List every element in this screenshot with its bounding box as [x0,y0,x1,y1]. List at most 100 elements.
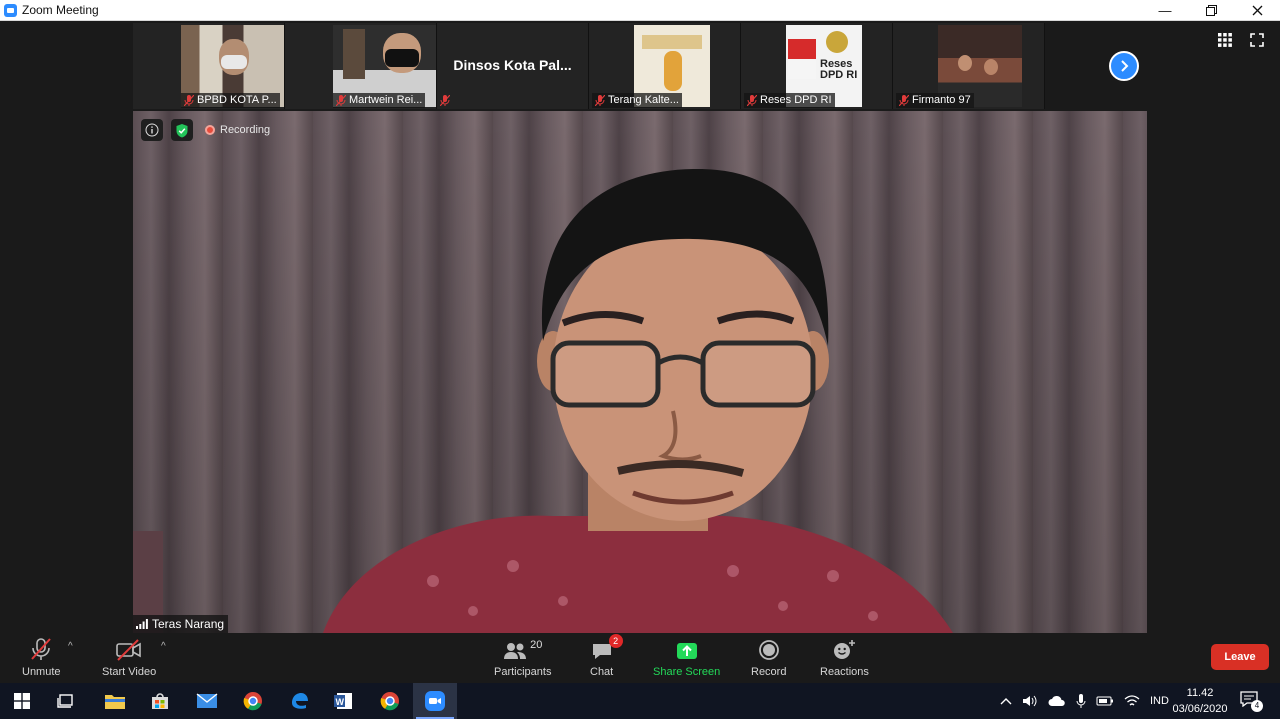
participant-tile[interactable]: BPBD KOTA P... [133,23,285,109]
mic-muted-icon [336,95,346,106]
speaker-shirt [323,515,953,633]
taskbar-chrome-1[interactable] [231,683,275,719]
record-icon [758,640,779,660]
participant-name: Martwein Rei... [333,93,426,108]
gallery-view-icon[interactable] [1218,33,1232,47]
share-screen-button[interactable]: Share Screen [653,637,720,678]
mic-muted-icon [747,95,757,106]
task-view-icon [57,694,73,708]
battery-icon[interactable] [1096,695,1114,707]
start-video-button[interactable]: Start Video [102,637,156,678]
participants-count: 20 [530,639,543,651]
participant-strip: BPBD KOTA P... Martwein Rei... Dinsos Ko… [133,23,1147,109]
title-bar: Zoom Meeting — [0,0,1280,21]
edge-icon [292,693,308,709]
active-speaker-video: Recording Teras Narang [133,111,1147,633]
taskbar-store[interactable] [138,683,182,719]
recording-indicator[interactable]: Recording [205,124,270,136]
audio-options-caret[interactable]: ^ [68,641,73,652]
meeting-area: BPBD KOTA P... Martwein Rei... Dinsos Ko… [0,21,1280,633]
clock-time: 11.42 [1186,687,1214,699]
participant-name: Firmanto 97 [896,93,974,108]
participant-name: Terang Kalte... [592,93,682,108]
start-button[interactable] [0,683,44,719]
reactions-button[interactable]: Reactions [820,637,869,678]
microphone-icon[interactable] [1076,693,1086,709]
bookshelf [343,29,365,79]
task-view-button[interactable] [44,683,88,719]
taskbar-edge[interactable] [277,683,321,719]
encryption-button[interactable] [171,119,193,141]
window-title: Zoom Meeting [22,3,99,17]
mic-muted-icon [31,638,52,660]
participant-tile[interactable]: Terang Kalte... [589,23,741,109]
mic-muted-icon [899,95,909,106]
chat-unread-badge: 2 [608,634,623,648]
participant-tile[interactable]: Dinsos Kota Pal... [437,23,589,109]
shield-icon [176,123,188,137]
face-mask [221,55,247,69]
taskbar-zoom[interactable] [413,683,457,719]
participants-button[interactable]: 20 Participants [494,637,551,678]
windows-taskbar: W IND 11.42 03/06/2020 4 [0,683,1280,719]
cloud-icon[interactable] [1048,695,1066,707]
emblem-image [826,31,848,53]
taskbar-mail[interactable] [185,683,229,719]
fullscreen-icon[interactable] [1250,33,1264,47]
word-icon: W [334,693,352,709]
flag-image [788,39,816,79]
clock-date: 03/06/2020 [1172,703,1228,715]
zoom-window: Zoom Meeting — BPBD KOTA P... Martwein R… [0,0,1280,719]
chevron-up-icon[interactable] [1000,696,1012,706]
meeting-status-badges: Recording [141,119,270,141]
chat-button[interactable]: 2 Chat [590,634,623,678]
svg-text:W: W [336,697,345,707]
participant-tile[interactable]: Martwein Rei... [285,23,437,109]
recording-dot-icon [205,125,215,135]
record-button[interactable]: Record [751,637,786,678]
participant-tile[interactable]: Firmanto 97 [893,23,1045,109]
folder-icon [105,695,125,709]
wifi-icon[interactable] [1124,694,1140,708]
volume-icon[interactable] [1022,694,1038,708]
participant-name [440,93,455,108]
chrome-icon [380,692,399,711]
participant-tile[interactable]: Reses DPD RI Reses DPD RI [741,23,893,109]
taskbar-clock[interactable]: 11.42 03/06/2020 [1166,685,1234,717]
mic-muted-icon [595,95,605,106]
windows-logo-icon [14,693,30,709]
zoom-icon [425,691,445,711]
chrome-icon [243,692,262,711]
video-options-caret[interactable]: ^ [161,641,166,652]
action-center-button[interactable]: 4 [1240,683,1263,719]
taskbar-file-explorer[interactable] [93,683,137,719]
mail-icon [196,693,218,708]
person-figure [664,51,682,91]
banner-text [642,35,702,49]
minimize-button[interactable]: — [1142,0,1188,21]
close-button[interactable] [1234,0,1280,21]
participants-icon [504,643,527,659]
mic-muted-icon [184,95,194,106]
taskbar-word[interactable]: W [321,683,365,719]
reactions-icon [834,640,856,659]
speaker-video-frame [133,168,953,633]
system-tray: IND [1000,683,1169,719]
face-mask [385,49,419,67]
restore-icon [1205,5,1217,16]
store-icon [152,693,168,709]
zoom-app-icon [4,3,17,17]
leave-button[interactable]: Leave [1211,644,1269,670]
notification-count-badge: 4 [1251,700,1263,712]
unmute-button[interactable]: Unmute [22,637,61,678]
taskbar-chrome-2[interactable] [368,683,412,719]
close-icon [1252,5,1262,16]
participant-display-name: Dinsos Kota Pal... [453,57,572,73]
restore-button[interactable] [1188,0,1234,21]
info-icon [145,123,159,137]
participant-face [958,55,972,71]
mic-muted-icon [440,95,450,106]
meeting-info-button[interactable] [141,119,163,141]
participant-name: Reses DPD RI [744,93,835,108]
meeting-toolbar: Unmute ^ Start Video ^ 20 Participants 2… [0,633,1280,683]
